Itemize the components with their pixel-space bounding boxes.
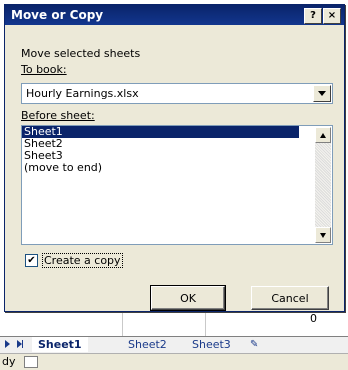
close-button[interactable]: ×	[323, 8, 341, 24]
scroll-down-button[interactable]	[315, 227, 331, 243]
macro-record-icon[interactable]	[24, 356, 38, 368]
sheet-tab-sheet1[interactable]: Sheet1	[32, 337, 88, 352]
create-copy-label: Create a copy	[42, 253, 123, 268]
cell-value[interactable]: 0	[310, 312, 317, 325]
create-copy-option[interactable]: ✔ Create a copy	[25, 253, 123, 268]
cancel-button[interactable]: Cancel	[251, 286, 329, 310]
to-book-dropdown[interactable]: Hourly Earnings.xlsx	[21, 83, 333, 104]
vertical-scrollbar[interactable]	[315, 127, 331, 243]
dialog-title: Move or Copy	[11, 8, 104, 22]
grid-line	[122, 310, 123, 336]
dialog-titlebar[interactable]: Move or Copy ? ×	[5, 5, 344, 25]
before-sheet-listbox[interactable]: Sheet1 Sheet2 Sheet3 (move to end)	[21, 125, 333, 245]
move-or-copy-dialog: Move or Copy ? × Move selected sheets To…	[4, 4, 345, 312]
scroll-down-icon	[320, 232, 326, 238]
help-button[interactable]: ?	[304, 8, 322, 24]
ok-button[interactable]: OK	[150, 285, 226, 311]
create-copy-checkbox[interactable]: ✔	[25, 254, 38, 267]
grid-line	[205, 310, 206, 336]
insert-sheet-icon[interactable]: ✎	[250, 337, 258, 352]
sheet-tab-sheet3[interactable]: Sheet3	[192, 337, 231, 352]
sheet-tab-bar: Sheet1 Sheet2 Sheet3 ✎	[0, 336, 348, 353]
status-text: dy	[2, 355, 16, 368]
tab-scroll-right-icon[interactable]	[5, 340, 10, 348]
chevron-down-icon	[318, 91, 326, 96]
list-item[interactable]: Sheet2	[22, 138, 299, 150]
tab-scroll-last-bar	[22, 340, 23, 348]
instruction-text: Move selected sheets	[21, 47, 141, 60]
to-book-label: To book:	[21, 63, 67, 76]
scroll-up-button[interactable]	[315, 127, 331, 143]
list-item[interactable]: (move to end)	[22, 162, 299, 174]
sheet-tab-sheet2[interactable]: Sheet2	[128, 337, 167, 352]
list-item[interactable]: Sheet1	[22, 126, 299, 138]
before-sheet-label: Before sheet:	[21, 109, 95, 122]
status-bar: dy	[0, 353, 348, 370]
scroll-up-icon	[320, 132, 326, 138]
to-book-label-text: To book:	[21, 63, 67, 76]
to-book-value: Hourly Earnings.xlsx	[26, 87, 139, 100]
dropdown-button[interactable]	[313, 85, 331, 102]
